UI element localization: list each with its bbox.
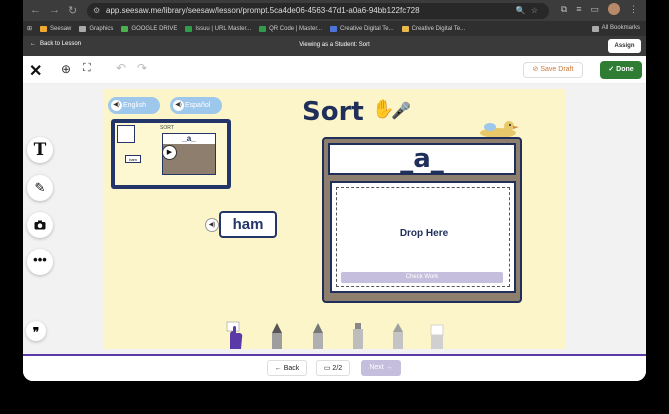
speaker-icon: ◀) [173,100,184,111]
close-icon[interactable]: ✕ [29,61,42,81]
save-draft-button[interactable]: ⊘ Save Draft [523,62,583,78]
reload-icon[interactable]: ↻ [68,4,77,17]
mini-word-card: ham [125,155,141,163]
bookmark-icon [40,25,48,32]
extension-icon[interactable]: ⧉ [561,4,567,15]
bookmark-item[interactable]: Issuu | URL Master... [185,25,251,32]
speaker-icon: ◀) [111,100,122,111]
sheets-icon [185,25,193,32]
zoom-icon[interactable]: 🔍 [516,6,531,15]
play-icon[interactable]: ▶ [162,145,177,160]
check-icon: ✓ [608,66,615,73]
bookmarks-bar: ⊞ Seesaw Graphics GOOGLE DRIVE Issuu | U… [23,21,646,36]
address-bar[interactable]: ⚙ app.seesaw.me/library/seesaw/lesson/pr… [87,3,549,19]
undo-icon[interactable]: ↶ [116,61,126,75]
view-title: Viewing as a Student: Sort [299,42,370,48]
bookmark-item[interactable]: GOOGLE DRIVE [121,25,177,32]
camera-tool-icon[interactable] [27,212,53,238]
arrow-right-icon: → [385,364,393,371]
assign-button[interactable]: Assign [608,39,641,53]
text-tool-icon[interactable]: T [27,137,53,163]
page-navigation: ← Back ▭ 2/2 Next → [23,356,646,381]
instruction-video[interactable]: SORT _a_ ham ▶ [111,119,231,189]
arrow-left-icon: ← [274,365,282,372]
url-text: app.seesaw.me/library/seesaw/lesson/prom… [106,6,420,15]
word-card-ham[interactable]: ham [219,211,277,238]
docs-icon [330,25,338,32]
drive-icon [121,25,129,32]
sort-container: _a_ Drop Here Check Work [322,137,522,303]
comment-quote-icon[interactable]: ❞ [26,321,46,341]
next-button[interactable]: Next → [361,360,401,376]
more-options-icon[interactable]: ••• [27,249,53,275]
drop-here-label: Drop Here [399,228,449,239]
bookmark-item[interactable]: Creative Digital Te... [401,25,465,32]
apps-grid-icon[interactable]: ⊞ [27,25,32,32]
check-circle-icon: ⊘ [532,66,539,73]
student-view-bar: ← Back to Lesson Viewing as a Student: S… [23,36,646,56]
redo-icon[interactable]: ↷ [137,61,147,75]
sheets-icon [259,25,267,32]
browser-window: ← → ↻ ⚙ app.seesaw.me/library/seesaw/les… [23,0,646,381]
activity-canvas: ◀) English ◀) Español Sort ✋ 🎤 SORT _a_ … [104,89,565,349]
crayon-icon[interactable] [391,323,405,349]
fullscreen-icon[interactable]: ⛶ [83,62,91,75]
folder-icon [79,25,87,32]
menu-kebab-icon[interactable]: ⋮ [629,4,638,15]
slides-icon [401,25,409,32]
forward-arrow-icon[interactable]: → [49,4,60,17]
sidepanel-icon[interactable]: ▭ [590,4,599,15]
bookmark-item[interactable]: Graphics [79,25,113,32]
all-bookmarks[interactable]: All Bookmarks [591,21,640,36]
page-indicator[interactable]: ▭ 2/2 [316,360,350,376]
star-icon[interactable]: ☆ [531,6,543,15]
espanol-audio-button[interactable]: ◀) Español [170,97,222,114]
hand-pointer-icon[interactable] [224,321,244,349]
folder-icon [591,25,599,32]
bookmark-item[interactable]: QR Code | Master... [259,25,322,32]
speaker-icon[interactable]: ◀) [205,218,219,232]
mini-sort-label: SORT [160,125,174,131]
pen-tool-icon[interactable]: ✎ [27,175,53,201]
tab-search-icon[interactable]: ≡ [576,4,581,14]
bookmark-item[interactable]: Seesaw [40,25,71,32]
duck-icon [480,121,519,138]
pencil-gray-icon[interactable] [270,323,284,349]
mini-box [117,125,135,143]
sort-heading: _a_ [328,143,516,175]
browser-toolbar: ← → ↻ ⚙ app.seesaw.me/library/seesaw/les… [23,0,646,21]
microphone-icon: 🎤 [391,103,411,120]
back-arrow-icon[interactable]: ← [30,4,41,17]
highlighter-icon[interactable] [351,323,365,349]
english-audio-button[interactable]: ◀) English [108,97,160,114]
drop-zone[interactable]: Drop Here Check Work [330,181,516,293]
back-button[interactable]: ← Back [267,360,307,376]
eraser-icon[interactable] [430,323,444,349]
workspace: T ✎ ••• ❞ ◀) English ◀) Español Sort ✋ 🎤 [23,84,646,354]
bookmark-item[interactable]: Creative Digital Te... [330,25,394,32]
done-button[interactable]: ✓ Done [600,61,642,79]
page-icon: ▭ [323,365,331,372]
zoom-in-icon[interactable]: ⊕ [61,62,71,76]
drawing-tray [104,321,565,349]
activity-title: Sort [302,97,364,127]
profile-avatar[interactable] [608,3,620,15]
marker-icon[interactable] [311,323,325,349]
editor-toolbar: ✕ ⊕ ⛶ ↶ ↷ ⊘ Save Draft ✓ Done [23,56,646,84]
site-info-icon[interactable]: ⚙ [93,3,100,19]
check-work-button[interactable]: Check Work [341,272,503,283]
